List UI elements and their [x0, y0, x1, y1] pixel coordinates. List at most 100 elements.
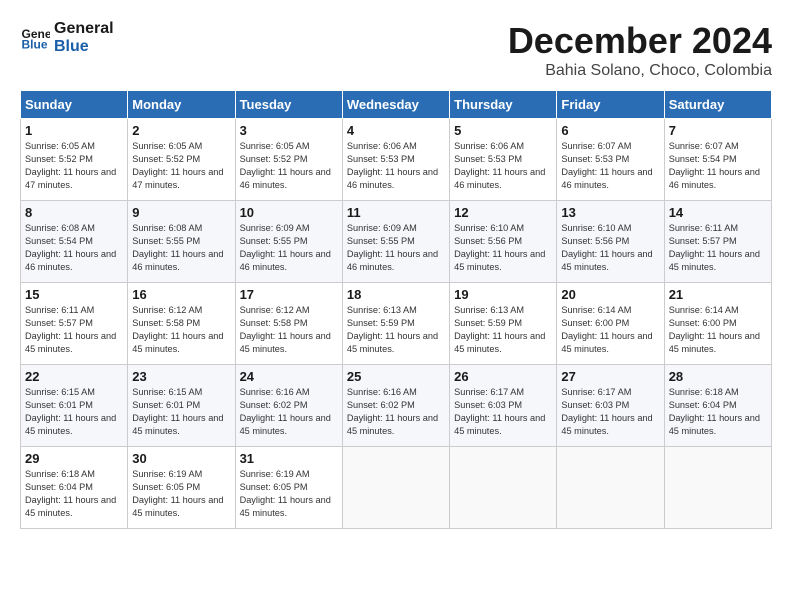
daylight-label: Daylight: 11 hours and 45 minutes. [25, 331, 116, 354]
page-header: General Blue General Blue December 2024 … [20, 20, 772, 80]
day-info: Sunrise: 6:12 AM Sunset: 5:58 PM Dayligh… [132, 304, 230, 356]
calendar-week-row: 15 Sunrise: 6:11 AM Sunset: 5:57 PM Dayl… [21, 283, 772, 365]
sunrise-label: Sunrise: 6:17 AM [454, 387, 524, 397]
calendar-cell: 1 Sunrise: 6:05 AM Sunset: 5:52 PM Dayli… [21, 119, 128, 201]
day-info: Sunrise: 6:09 AM Sunset: 5:55 PM Dayligh… [347, 222, 445, 274]
weekday-header: Monday [128, 91, 235, 119]
sunset-label: Sunset: 6:02 PM [240, 400, 308, 410]
sunrise-label: Sunrise: 6:13 AM [454, 305, 524, 315]
day-number: 5 [454, 123, 552, 138]
day-info: Sunrise: 6:06 AM Sunset: 5:53 PM Dayligh… [347, 140, 445, 192]
calendar-cell: 13 Sunrise: 6:10 AM Sunset: 5:56 PM Dayl… [557, 201, 664, 283]
daylight-label: Daylight: 11 hours and 45 minutes. [25, 495, 116, 518]
weekday-header: Friday [557, 91, 664, 119]
weekday-header: Sunday [21, 91, 128, 119]
daylight-label: Daylight: 11 hours and 45 minutes. [25, 413, 116, 436]
day-number: 29 [25, 451, 123, 466]
daylight-label: Daylight: 11 hours and 47 minutes. [132, 167, 223, 190]
day-number: 7 [669, 123, 767, 138]
calendar-cell: 29 Sunrise: 6:18 AM Sunset: 6:04 PM Dayl… [21, 447, 128, 529]
weekday-header: Wednesday [342, 91, 449, 119]
sunset-label: Sunset: 6:04 PM [25, 482, 93, 492]
day-info: Sunrise: 6:11 AM Sunset: 5:57 PM Dayligh… [669, 222, 767, 274]
calendar-cell: 18 Sunrise: 6:13 AM Sunset: 5:59 PM Dayl… [342, 283, 449, 365]
daylight-label: Daylight: 11 hours and 46 minutes. [669, 167, 760, 190]
day-number: 24 [240, 369, 338, 384]
sunset-label: Sunset: 5:57 PM [669, 236, 737, 246]
sunset-label: Sunset: 6:03 PM [454, 400, 522, 410]
sunrise-label: Sunrise: 6:05 AM [25, 141, 95, 151]
sunset-label: Sunset: 6:01 PM [25, 400, 93, 410]
day-info: Sunrise: 6:17 AM Sunset: 6:03 PM Dayligh… [454, 386, 552, 438]
calendar-week-row: 8 Sunrise: 6:08 AM Sunset: 5:54 PM Dayli… [21, 201, 772, 283]
sunrise-label: Sunrise: 6:16 AM [240, 387, 310, 397]
daylight-label: Daylight: 11 hours and 46 minutes. [240, 167, 331, 190]
calendar-cell: 5 Sunrise: 6:06 AM Sunset: 5:53 PM Dayli… [450, 119, 557, 201]
day-info: Sunrise: 6:09 AM Sunset: 5:55 PM Dayligh… [240, 222, 338, 274]
day-number: 22 [25, 369, 123, 384]
sunrise-label: Sunrise: 6:19 AM [240, 469, 310, 479]
day-info: Sunrise: 6:06 AM Sunset: 5:53 PM Dayligh… [454, 140, 552, 192]
sunrise-label: Sunrise: 6:19 AM [132, 469, 202, 479]
day-number: 16 [132, 287, 230, 302]
day-number: 18 [347, 287, 445, 302]
sunrise-label: Sunrise: 6:05 AM [240, 141, 310, 151]
calendar-cell: 3 Sunrise: 6:05 AM Sunset: 5:52 PM Dayli… [235, 119, 342, 201]
daylight-label: Daylight: 11 hours and 45 minutes. [561, 249, 652, 272]
day-number: 20 [561, 287, 659, 302]
day-info: Sunrise: 6:12 AM Sunset: 5:58 PM Dayligh… [240, 304, 338, 356]
day-number: 23 [132, 369, 230, 384]
day-info: Sunrise: 6:16 AM Sunset: 6:02 PM Dayligh… [240, 386, 338, 438]
daylight-label: Daylight: 11 hours and 46 minutes. [561, 167, 652, 190]
calendar-table: SundayMondayTuesdayWednesdayThursdayFrid… [20, 90, 772, 529]
sunset-label: Sunset: 5:54 PM [669, 154, 737, 164]
sunset-label: Sunset: 6:01 PM [132, 400, 200, 410]
day-info: Sunrise: 6:18 AM Sunset: 6:04 PM Dayligh… [669, 386, 767, 438]
daylight-label: Daylight: 11 hours and 45 minutes. [132, 331, 223, 354]
calendar-cell: 23 Sunrise: 6:15 AM Sunset: 6:01 PM Dayl… [128, 365, 235, 447]
sunrise-label: Sunrise: 6:10 AM [454, 223, 524, 233]
sunset-label: Sunset: 5:53 PM [561, 154, 629, 164]
calendar-cell: 14 Sunrise: 6:11 AM Sunset: 5:57 PM Dayl… [664, 201, 771, 283]
calendar-cell: 21 Sunrise: 6:14 AM Sunset: 6:00 PM Dayl… [664, 283, 771, 365]
sunset-label: Sunset: 5:55 PM [240, 236, 308, 246]
calendar-cell: 27 Sunrise: 6:17 AM Sunset: 6:03 PM Dayl… [557, 365, 664, 447]
svg-text:Blue: Blue [22, 37, 48, 51]
daylight-label: Daylight: 11 hours and 45 minutes. [240, 413, 331, 436]
day-number: 19 [454, 287, 552, 302]
sunrise-label: Sunrise: 6:13 AM [347, 305, 417, 315]
day-number: 11 [347, 205, 445, 220]
day-number: 21 [669, 287, 767, 302]
calendar-cell [664, 447, 771, 529]
sunset-label: Sunset: 5:52 PM [132, 154, 200, 164]
day-info: Sunrise: 6:07 AM Sunset: 5:53 PM Dayligh… [561, 140, 659, 192]
day-info: Sunrise: 6:13 AM Sunset: 5:59 PM Dayligh… [454, 304, 552, 356]
day-info: Sunrise: 6:15 AM Sunset: 6:01 PM Dayligh… [25, 386, 123, 438]
calendar-cell: 7 Sunrise: 6:07 AM Sunset: 5:54 PM Dayli… [664, 119, 771, 201]
calendar-week-row: 1 Sunrise: 6:05 AM Sunset: 5:52 PM Dayli… [21, 119, 772, 201]
sunrise-label: Sunrise: 6:07 AM [669, 141, 739, 151]
day-info: Sunrise: 6:07 AM Sunset: 5:54 PM Dayligh… [669, 140, 767, 192]
day-info: Sunrise: 6:14 AM Sunset: 6:00 PM Dayligh… [669, 304, 767, 356]
sunrise-label: Sunrise: 6:18 AM [669, 387, 739, 397]
day-number: 25 [347, 369, 445, 384]
sunrise-label: Sunrise: 6:12 AM [240, 305, 310, 315]
day-info: Sunrise: 6:10 AM Sunset: 5:56 PM Dayligh… [561, 222, 659, 274]
day-info: Sunrise: 6:19 AM Sunset: 6:05 PM Dayligh… [132, 468, 230, 520]
sunrise-label: Sunrise: 6:15 AM [25, 387, 95, 397]
calendar-cell: 15 Sunrise: 6:11 AM Sunset: 5:57 PM Dayl… [21, 283, 128, 365]
daylight-label: Daylight: 11 hours and 46 minutes. [347, 249, 438, 272]
sunset-label: Sunset: 6:05 PM [132, 482, 200, 492]
daylight-label: Daylight: 11 hours and 45 minutes. [132, 495, 223, 518]
sunrise-label: Sunrise: 6:05 AM [132, 141, 202, 151]
calendar-cell: 12 Sunrise: 6:10 AM Sunset: 5:56 PM Dayl… [450, 201, 557, 283]
logo: General Blue General Blue [20, 20, 114, 55]
sunrise-label: Sunrise: 6:12 AM [132, 305, 202, 315]
daylight-label: Daylight: 11 hours and 45 minutes. [454, 331, 545, 354]
logo-icon: General Blue [20, 23, 50, 53]
sunset-label: Sunset: 5:55 PM [132, 236, 200, 246]
calendar-cell: 19 Sunrise: 6:13 AM Sunset: 5:59 PM Dayl… [450, 283, 557, 365]
sunset-label: Sunset: 6:00 PM [669, 318, 737, 328]
day-number: 17 [240, 287, 338, 302]
sunrise-label: Sunrise: 6:06 AM [454, 141, 524, 151]
